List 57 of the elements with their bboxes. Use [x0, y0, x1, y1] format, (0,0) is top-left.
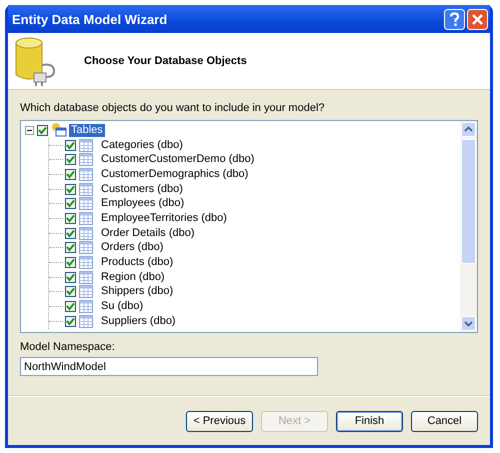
table-icon [79, 256, 93, 270]
table-icon [79, 212, 93, 225]
checkbox[interactable] [65, 257, 76, 268]
tree-node[interactable]: Order Details (dbo) [99, 226, 197, 240]
table-icon [79, 197, 93, 210]
tree-node[interactable]: CustomerCustomerDemo (dbo) [99, 153, 256, 166]
table-icon [79, 168, 93, 181]
scroll-thumb[interactable] [461, 139, 476, 264]
vertical-scrollbar[interactable] [460, 121, 477, 332]
tree-node[interactable]: Su (dbo) [99, 300, 146, 314]
table-icon [79, 182, 93, 196]
tree-node[interactable]: Employees (dbo) [99, 197, 186, 210]
namespace-field[interactable]: NorthWindModel [20, 357, 318, 376]
scroll-up-icon[interactable] [461, 122, 476, 137]
tree-node[interactable]: Orders (dbo) [99, 241, 166, 254]
table-icon [79, 314, 93, 328]
tables-folder-icon [51, 123, 67, 138]
tree-node[interactable]: Customers (dbo) [99, 182, 185, 196]
tree-node[interactable]: EmployeeTerritories (dbo) [99, 212, 229, 225]
checkbox[interactable] [65, 168, 76, 180]
scroll-down-icon[interactable] [461, 316, 476, 331]
table-icon [79, 153, 93, 166]
table-icon [79, 285, 93, 298]
checkbox[interactable] [65, 316, 76, 327]
table-icon [79, 270, 93, 284]
table-icon [79, 226, 93, 240]
checkbox[interactable] [65, 228, 76, 239]
table-icon [79, 138, 93, 152]
checkbox[interactable] [37, 124, 48, 136]
table-icon [79, 300, 93, 314]
checkbox[interactable] [65, 154, 76, 166]
help-button[interactable] [444, 8, 465, 30]
tree-node[interactable]: Suppliers (dbo) [99, 314, 178, 328]
checkbox[interactable] [65, 184, 76, 195]
tree-node[interactable]: Region (dbo) [99, 270, 167, 284]
tree-node[interactable]: CustomerDemographics (dbo) [99, 168, 250, 181]
close-button[interactable] [467, 8, 488, 30]
wizard-button[interactable]: Finish [336, 410, 403, 432]
checkbox[interactable] [65, 301, 76, 312]
page-heading: Choose Your Database Objects [84, 55, 247, 67]
table-icon [79, 241, 93, 254]
checkbox[interactable] [65, 212, 76, 224]
checkbox[interactable] [65, 286, 76, 298]
checkbox[interactable] [65, 242, 76, 254]
namespace-label: Model Namespace: [20, 341, 116, 353]
tree-node[interactable]: Products (dbo) [99, 256, 176, 270]
checkbox[interactable] [65, 198, 76, 210]
wizard-button[interactable]: Cancel [411, 410, 478, 432]
prompt-text: Which database objects do you want to include in your model? [20, 102, 326, 114]
tree-node[interactable]: Categories (dbo) [99, 138, 185, 152]
window-title: Entity Data Model Wizard [12, 12, 168, 26]
wizard-button[interactable]: < Previous [186, 410, 253, 432]
checkbox[interactable] [65, 140, 76, 151]
tree-node[interactable]: Shippers (dbo) [99, 285, 176, 298]
tree-node[interactable]: Tables [69, 124, 105, 137]
checkbox[interactable] [65, 272, 76, 283]
collapse-toggle[interactable] [25, 126, 34, 135]
